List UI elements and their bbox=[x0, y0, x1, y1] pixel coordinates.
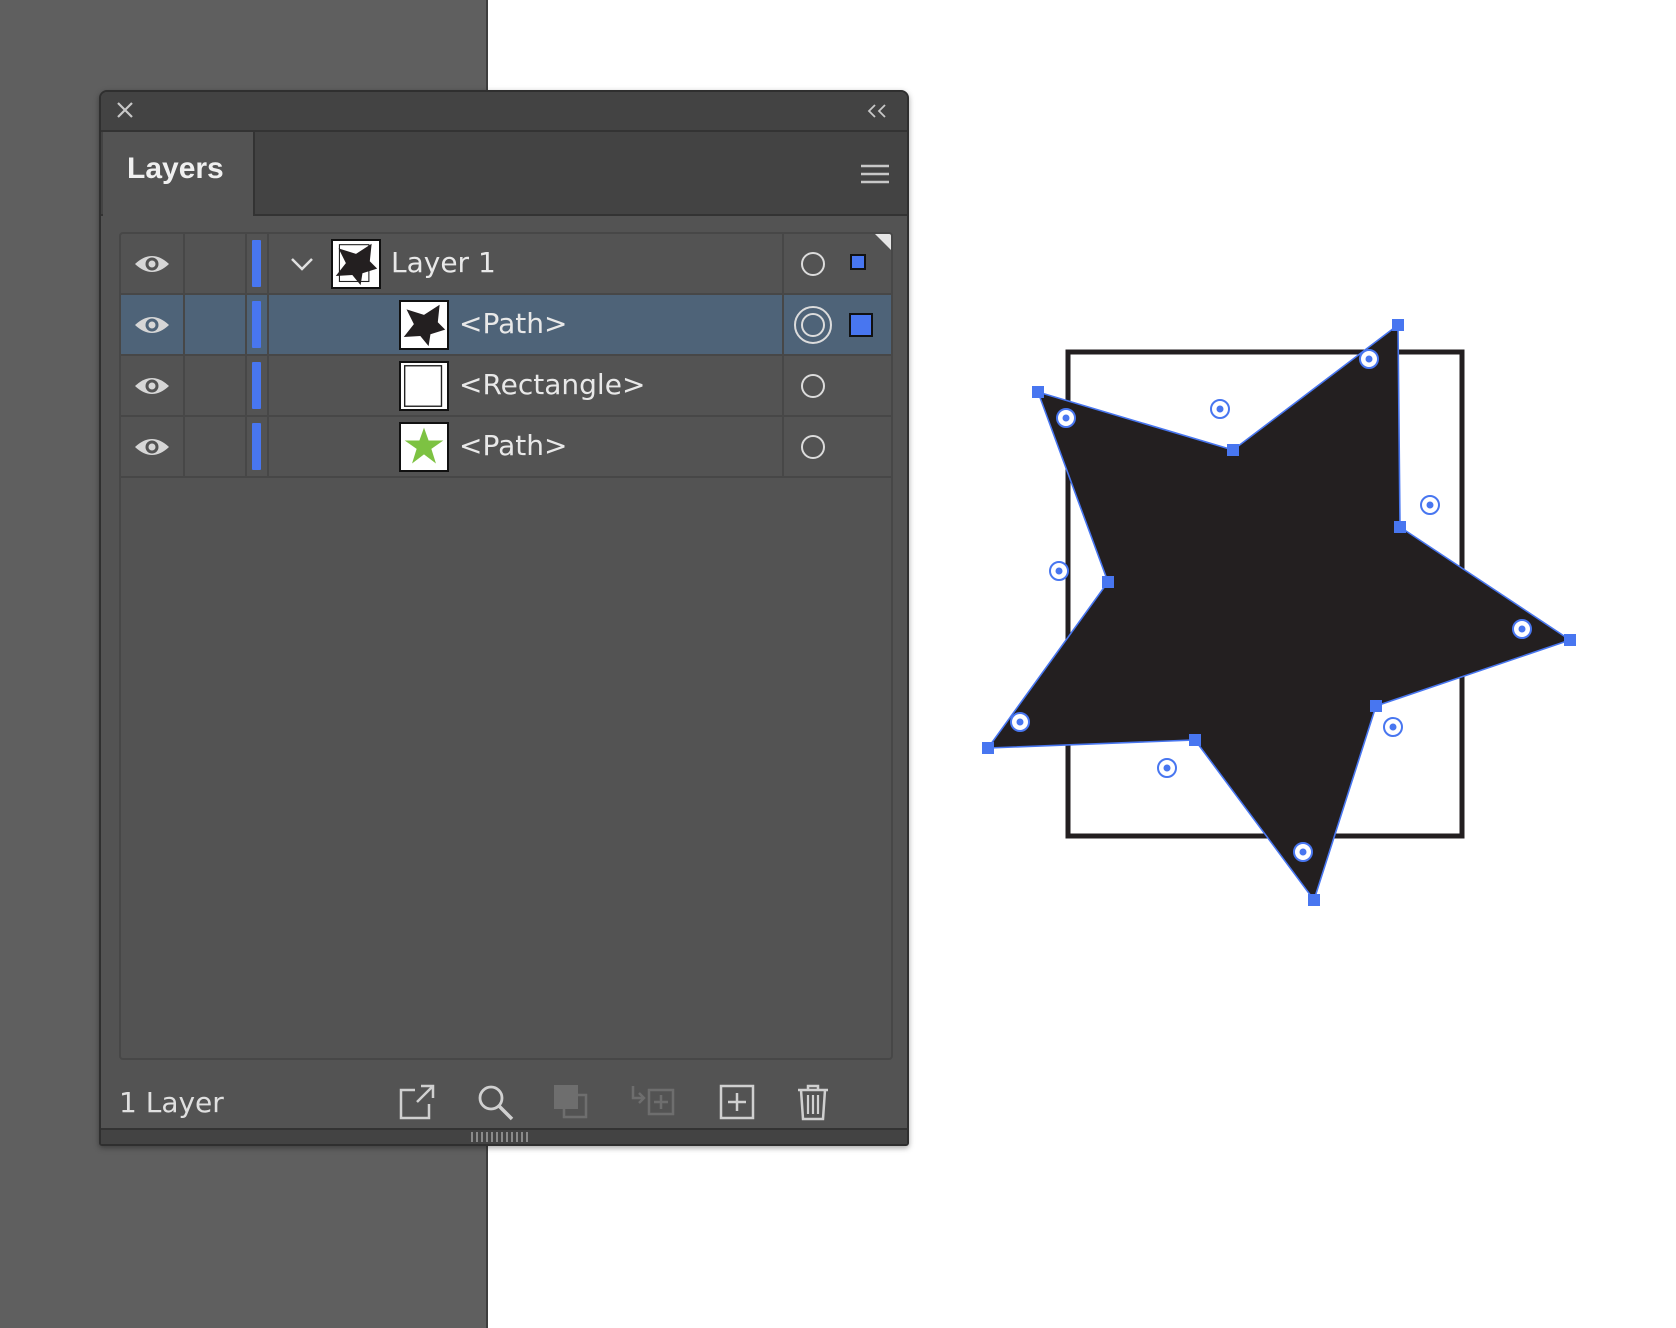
layer-color-bar bbox=[252, 301, 261, 348]
layers-panel: Layers Layer 1 <Path> <Rectangle> <Path>… bbox=[99, 90, 909, 1146]
layer-thumbnail bbox=[399, 422, 449, 472]
layer-thumbnail bbox=[331, 239, 381, 289]
layer-count: 1 Layer bbox=[119, 1086, 224, 1119]
live-corner-widget-icon[interactable] bbox=[1359, 349, 1379, 369]
visibility-toggle[interactable] bbox=[121, 295, 185, 354]
anchor-point[interactable] bbox=[1308, 894, 1320, 906]
column-divider bbox=[782, 417, 784, 476]
lock-toggle[interactable] bbox=[185, 356, 247, 415]
layer-row[interactable]: <Path> bbox=[121, 295, 891, 356]
live-corner-widget-icon[interactable] bbox=[1383, 717, 1403, 737]
sublayer-icon[interactable] bbox=[629, 1082, 677, 1122]
close-icon[interactable] bbox=[115, 100, 135, 120]
lock-toggle[interactable] bbox=[185, 234, 247, 293]
panel-titlebar[interactable] bbox=[101, 92, 907, 132]
export-to-asset-icon[interactable] bbox=[397, 1082, 437, 1122]
column-divider bbox=[267, 234, 269, 293]
corner-indicator bbox=[875, 234, 891, 250]
lock-toggle[interactable] bbox=[185, 295, 247, 354]
visibility-toggle[interactable] bbox=[121, 356, 185, 415]
anchor-point[interactable] bbox=[1032, 386, 1044, 398]
target-circle-icon[interactable] bbox=[801, 252, 825, 276]
anchor-point[interactable] bbox=[1227, 444, 1239, 456]
chevron-down-icon[interactable] bbox=[287, 252, 317, 276]
anchor-point[interactable] bbox=[1564, 634, 1576, 646]
anchor-point[interactable] bbox=[1392, 319, 1404, 331]
layer-color-bar bbox=[252, 423, 261, 470]
eye-icon bbox=[135, 317, 169, 333]
layer-color-bar bbox=[252, 362, 261, 409]
search-icon[interactable] bbox=[475, 1082, 515, 1122]
column-divider bbox=[782, 295, 784, 354]
visibility-toggle[interactable] bbox=[121, 234, 185, 293]
column-divider bbox=[267, 417, 269, 476]
column-divider bbox=[267, 356, 269, 415]
anchor-point[interactable] bbox=[1394, 521, 1406, 533]
layer-color-bar bbox=[252, 240, 261, 287]
clipping-mask-icon[interactable] bbox=[551, 1082, 591, 1122]
layers-list: Layer 1 <Path> <Rectangle> <Path> bbox=[119, 232, 893, 1060]
layer-name: <Rectangle> bbox=[459, 368, 646, 401]
layer-thumbnail bbox=[399, 300, 449, 350]
panel-footer: 1 Layer bbox=[101, 1072, 907, 1132]
live-corner-widget-icon[interactable] bbox=[1010, 712, 1030, 732]
layer-name: Layer 1 bbox=[391, 246, 496, 279]
tab-layers[interactable]: Layers bbox=[103, 132, 255, 216]
anchor-point[interactable] bbox=[1370, 700, 1382, 712]
layer-row[interactable]: Layer 1 bbox=[121, 234, 891, 295]
anchor-point[interactable] bbox=[1189, 734, 1201, 746]
double-chevron-left-icon[interactable] bbox=[865, 102, 889, 120]
eye-icon bbox=[135, 256, 169, 272]
target-circle-icon[interactable] bbox=[801, 435, 825, 459]
selection-indicator[interactable] bbox=[849, 313, 873, 337]
canvas-artwork bbox=[982, 319, 1576, 906]
live-corner-widget-icon[interactable] bbox=[1512, 619, 1532, 639]
target-circle-icon[interactable] bbox=[801, 374, 825, 398]
tab-layers-label: Layers bbox=[127, 152, 224, 185]
new-layer-icon[interactable] bbox=[717, 1082, 757, 1122]
column-divider bbox=[782, 356, 784, 415]
eye-icon bbox=[135, 378, 169, 394]
live-corner-widget-icon[interactable] bbox=[1210, 399, 1230, 419]
visibility-toggle[interactable] bbox=[121, 417, 185, 476]
lock-toggle[interactable] bbox=[185, 417, 247, 476]
live-corner-widget-icon[interactable] bbox=[1056, 408, 1076, 428]
selection-indicator[interactable] bbox=[850, 254, 866, 270]
layer-row[interactable]: <Rectangle> bbox=[121, 356, 891, 417]
layer-row[interactable]: <Path> bbox=[121, 417, 891, 478]
resize-grip-icon[interactable] bbox=[471, 1132, 529, 1142]
panel-resize-bar[interactable] bbox=[101, 1128, 907, 1144]
column-divider bbox=[267, 295, 269, 354]
live-corner-widget-icon[interactable] bbox=[1293, 842, 1313, 862]
layer-name: <Path> bbox=[459, 429, 568, 462]
live-corner-widget-icon[interactable] bbox=[1049, 561, 1069, 581]
live-corner-widget-icon[interactable] bbox=[1420, 495, 1440, 515]
column-divider bbox=[782, 234, 784, 293]
live-corner-widget-icon[interactable] bbox=[1157, 758, 1177, 778]
layer-thumbnail bbox=[399, 361, 449, 411]
hamburger-menu-icon[interactable] bbox=[859, 162, 891, 186]
layer-name: <Path> bbox=[459, 307, 568, 340]
eye-icon bbox=[135, 439, 169, 455]
target-selected-icon[interactable] bbox=[794, 306, 832, 344]
trash-icon[interactable] bbox=[793, 1082, 833, 1122]
anchor-point[interactable] bbox=[982, 742, 994, 754]
panel-tabbar: Layers bbox=[101, 132, 907, 216]
anchor-point[interactable] bbox=[1102, 576, 1114, 588]
